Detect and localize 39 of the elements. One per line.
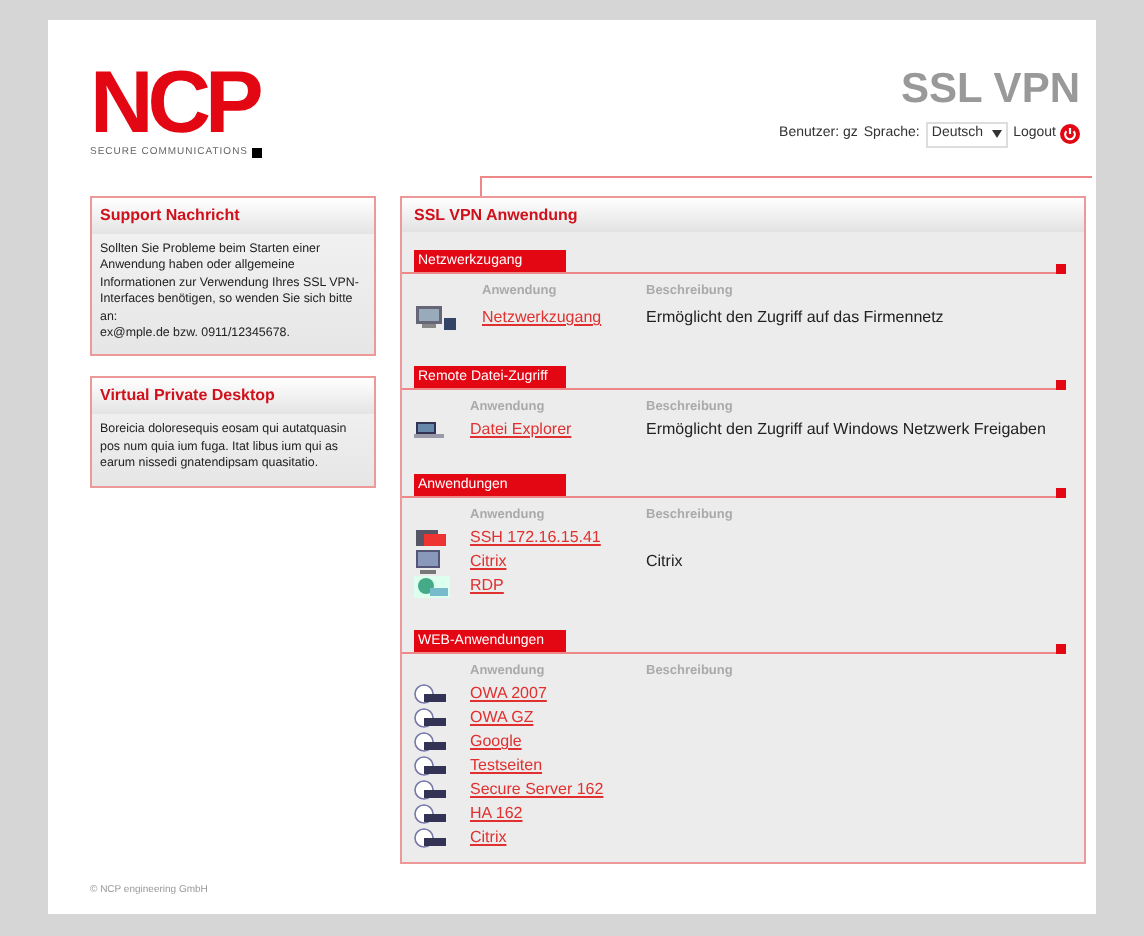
globe-icon bbox=[414, 780, 446, 800]
app-title: SSL VPN bbox=[901, 68, 1080, 112]
app-link[interactable]: HA 162 bbox=[470, 802, 523, 826]
logo-text: NCP bbox=[90, 68, 258, 140]
description-text: Ermöglicht den Zugriff auf Windows Netzwerk Freigaben bbox=[646, 418, 1046, 442]
app-link[interactable]: Datei Explorer bbox=[470, 418, 572, 442]
corner-square-icon bbox=[1056, 488, 1066, 498]
globe-icon bbox=[414, 708, 446, 728]
remote-desktop-icon bbox=[414, 575, 450, 597]
app-link[interactable]: Google bbox=[470, 730, 522, 754]
panel-title: Virtual Private Desktop bbox=[92, 378, 374, 415]
app-link[interactable]: OWA GZ bbox=[470, 706, 534, 730]
app-link[interactable]: SSH 172.16.15.41 bbox=[470, 526, 601, 550]
monitor-icon bbox=[414, 549, 442, 575]
globe-icon bbox=[414, 804, 446, 824]
app-link[interactable]: RDP bbox=[470, 574, 504, 598]
corner-square-icon bbox=[1056, 644, 1066, 654]
globe-icon bbox=[414, 828, 446, 848]
computer-icon bbox=[414, 420, 446, 440]
logo-square-icon bbox=[252, 148, 263, 159]
computer-network-icon bbox=[414, 304, 458, 332]
globe-icon bbox=[414, 684, 446, 704]
corner-square-icon bbox=[1056, 264, 1066, 274]
terminal-icon bbox=[414, 527, 446, 549]
description-text: Ermöglicht den Zugriff auf das Firmennetz bbox=[646, 306, 944, 330]
app-link[interactable]: Citrix bbox=[470, 550, 507, 574]
power-icon bbox=[1060, 124, 1080, 145]
globe-icon bbox=[414, 732, 446, 752]
panel-title: Support Nachricht bbox=[92, 198, 374, 234]
corner-square-icon bbox=[1056, 380, 1066, 390]
app-link[interactable]: Testseiten bbox=[470, 754, 543, 778]
app-link[interactable]: Netzwerkzugang bbox=[482, 306, 602, 330]
app-link[interactable]: OWA 2007 bbox=[470, 682, 547, 706]
panel-title: SSL VPN Anwendung bbox=[402, 198, 1084, 232]
globe-icon bbox=[414, 756, 446, 776]
description-text: Citrix bbox=[646, 550, 683, 574]
caret-icon bbox=[991, 130, 1002, 139]
app-link[interactable]: Citrix bbox=[470, 826, 507, 850]
app-link[interactable]: Secure Server 162 bbox=[470, 778, 604, 802]
